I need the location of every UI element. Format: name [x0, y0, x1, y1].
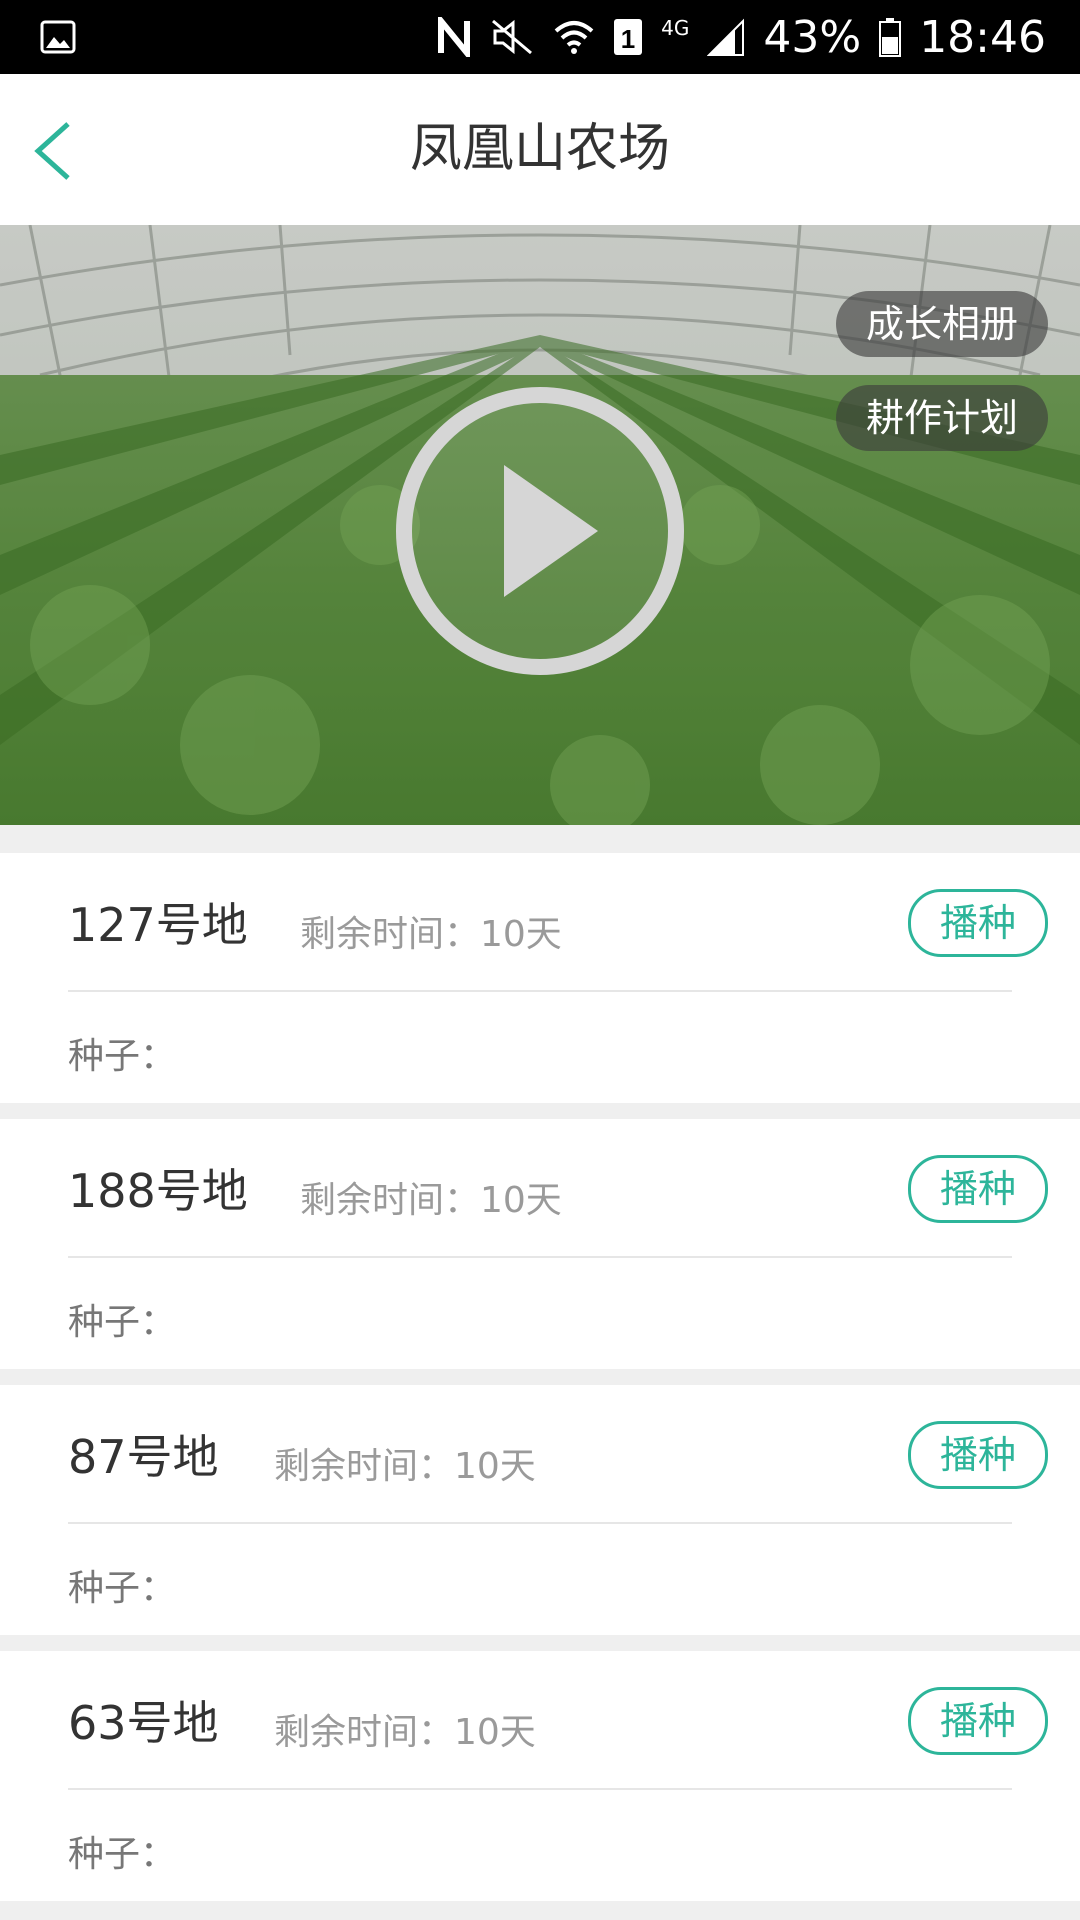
divider — [68, 1256, 1012, 1258]
seed-label: 种子： — [68, 1834, 177, 1875]
gallery-notification-icon — [40, 20, 76, 54]
status-bar: 1 4G 43% 18:46 — [0, 0, 1080, 74]
farm-video-banner[interactable]: 成长相册 耕作计划 — [0, 225, 1080, 825]
remaining-time: 剩余时间：10天 — [300, 1180, 562, 1221]
back-arrow-icon[interactable] — [28, 116, 88, 186]
plot-name: 63号地 — [68, 1696, 219, 1750]
seed-label: 种子： — [68, 1036, 177, 1077]
sim-1-icon: 1 — [614, 19, 643, 55]
nfc-icon — [438, 17, 471, 57]
mute-icon — [492, 19, 533, 55]
navigation-bar: 凤凰山农场 — [0, 74, 1080, 225]
sow-button[interactable]: 播种 — [908, 1155, 1048, 1223]
farming-plan-button[interactable]: 耕作计划 — [835, 385, 1048, 451]
remaining-time: 剩余时间：10天 — [274, 1712, 536, 1753]
play-icon[interactable] — [392, 383, 688, 679]
sow-button[interactable]: 播种 — [908, 1687, 1048, 1755]
seed-label: 种子： — [68, 1568, 177, 1609]
status-icons: 1 4G 43% 18:46 — [437, 0, 1046, 74]
battery-icon — [879, 18, 902, 57]
plot-name: 188号地 — [68, 1164, 248, 1218]
divider — [68, 1522, 1012, 1524]
clock: 18:46 — [919, 11, 1046, 63]
sow-button[interactable]: 播种 — [908, 1421, 1048, 1489]
plot-name: 87号地 — [68, 1430, 219, 1484]
wifi-icon — [554, 21, 594, 54]
plot-card: 127号地 剩余时间：10天 播种 种子： — [0, 853, 1080, 1103]
divider — [68, 990, 1012, 992]
plot-card: 188号地 剩余时间：10天 播种 种子： — [0, 1119, 1080, 1369]
sow-button[interactable]: 播种 — [908, 889, 1048, 957]
remaining-time: 剩余时间：10天 — [274, 1446, 536, 1487]
page-title: 凤凰山农场 — [409, 119, 670, 179]
plot-card: 87号地 剩余时间：10天 播种 种子： — [0, 1385, 1080, 1635]
network-type: 4G — [661, 16, 690, 40]
growth-album-button[interactable]: 成长相册 — [835, 291, 1048, 357]
battery-percent: 43% — [763, 11, 862, 63]
svg-text:1: 1 — [621, 24, 635, 54]
remaining-time: 剩余时间：10天 — [300, 914, 562, 955]
divider — [68, 1788, 1012, 1790]
plot-card: 63号地 剩余时间：10天 播种 种子： — [0, 1651, 1080, 1901]
signal-icon — [707, 18, 745, 56]
seed-label: 种子： — [68, 1302, 177, 1343]
plot-list: 127号地 剩余时间：10天 播种 种子： 188号地 剩余时间：10天 播种 … — [0, 853, 1080, 1917]
plot-name: 127号地 — [68, 898, 248, 952]
